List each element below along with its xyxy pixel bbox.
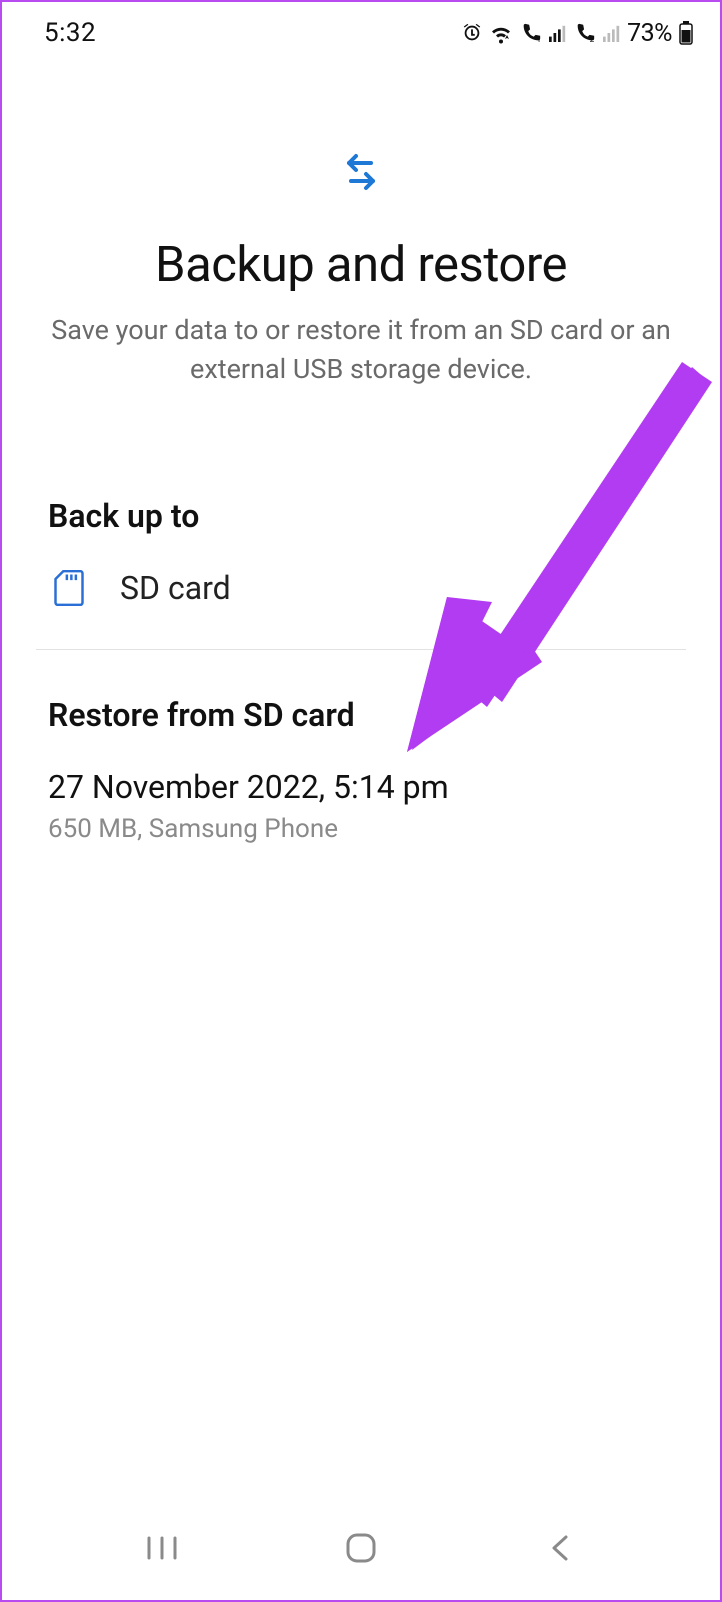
nav-back-button[interactable] (530, 1518, 590, 1578)
signal2-icon (603, 24, 621, 42)
svg-text:2: 2 (590, 35, 595, 44)
restore-item-subtitle: 650 MB, Samsung Phone (48, 814, 674, 844)
nav-recent-button[interactable] (132, 1518, 192, 1578)
page-header: Backup and restore Save your data to or … (2, 58, 720, 449)
call-sim1-icon: 1 (519, 22, 543, 44)
sd-card-icon (52, 570, 86, 606)
page-subtitle: Save your data to or restore it from an … (42, 311, 680, 389)
signal1-icon (549, 24, 567, 42)
svg-text:1: 1 (537, 35, 542, 44)
divider (36, 649, 686, 650)
restore-backup-item[interactable]: 27 November 2022, 5:14 pm 650 MB, Samsun… (48, 768, 674, 844)
wifi-icon (489, 22, 513, 44)
battery-icon (678, 21, 694, 45)
backup-target-label: SD card (120, 569, 231, 607)
call-sim2-icon: 2 (573, 22, 597, 44)
battery-percent: 73% (627, 19, 672, 48)
restore-section: Restore from SD card 27 November 2022, 5… (2, 696, 720, 844)
status-bar: 5:32 1 2 73% (2, 2, 720, 58)
backup-section-title: Back up to (48, 497, 674, 535)
page-title: Backup and restore (42, 236, 680, 293)
alarm-icon (461, 22, 483, 44)
status-icons: 1 2 73% (461, 19, 694, 48)
backup-target-row[interactable]: SD card (48, 563, 674, 649)
restore-item-title: 27 November 2022, 5:14 pm (48, 768, 674, 806)
backup-section: Back up to SD card (2, 497, 720, 649)
nav-home-button[interactable] (331, 1518, 391, 1578)
nav-bar (2, 1508, 720, 1600)
transfer-arrows-icon (337, 148, 385, 200)
status-time: 5:32 (44, 18, 96, 48)
restore-section-title: Restore from SD card (48, 696, 674, 734)
